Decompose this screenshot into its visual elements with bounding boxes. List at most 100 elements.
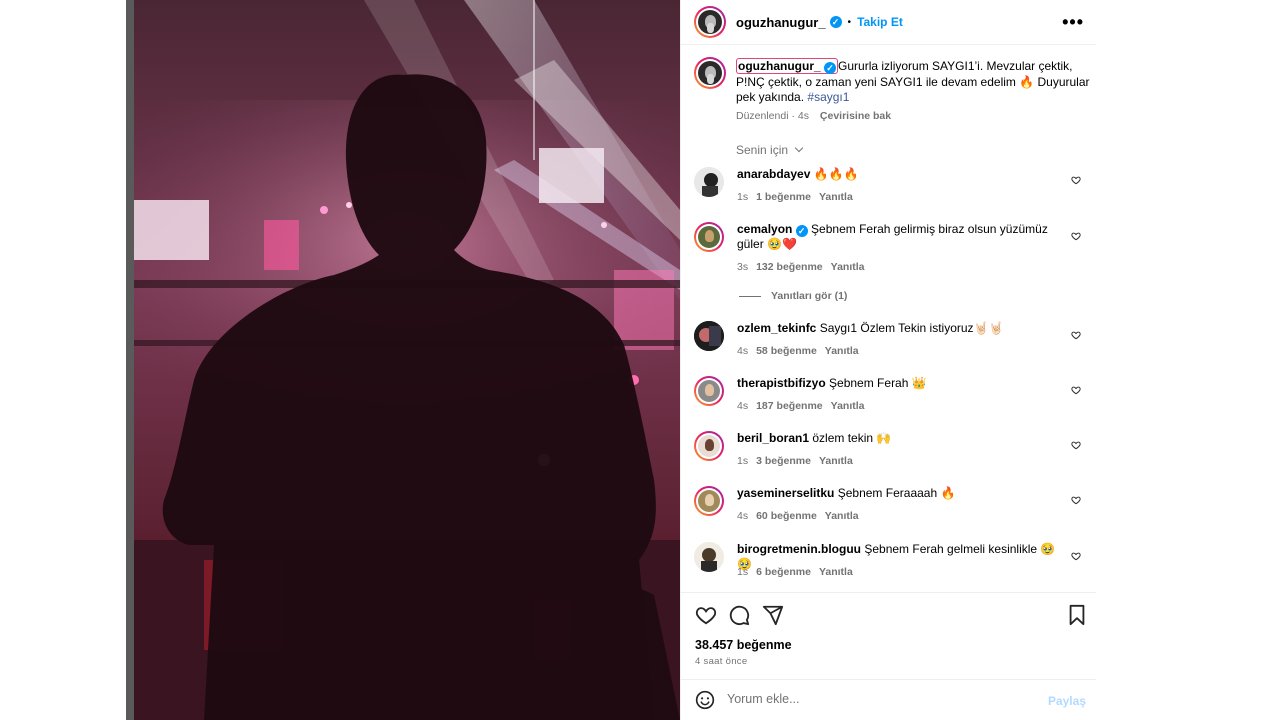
post-actions: 38.457 beğenme 4 saat önce: [681, 592, 1096, 679]
comment-meta: 1s 6 beğenme Yanıtla: [737, 566, 861, 578]
commenter-avatar[interactable]: [694, 376, 724, 406]
posted-time: 4 saat önce: [695, 656, 748, 667]
comment-body: 🔥🔥🔥: [813, 167, 859, 181]
commenter-username[interactable]: ozlem_tekinfc: [737, 321, 816, 335]
comment-time: 4s: [737, 345, 749, 357]
window-edge: [126, 0, 134, 720]
verified-badge-icon: ✓: [829, 16, 842, 28]
comment-body: Şebnem Feraaaah 🔥: [837, 486, 956, 500]
follow-button[interactable]: Takip Et: [857, 15, 903, 29]
comment-likes[interactable]: 1 beğenme: [756, 191, 811, 203]
comment-likes[interactable]: 60 beğenme: [756, 510, 817, 522]
comment-like-heart-icon[interactable]: [1071, 330, 1081, 340]
commenter-username[interactable]: therapistbifizyo: [737, 376, 826, 390]
commenter-avatar[interactable]: [694, 486, 724, 516]
reply-button[interactable]: Yanıtla: [819, 455, 853, 467]
edited-label: Düzenlendi: [736, 110, 789, 122]
comment-input[interactable]: [727, 692, 1027, 706]
comment-likes[interactable]: 58 beğenme: [756, 345, 817, 357]
comment-item: cemalyon ✓ Şebnem Ferah gelirmiş biraz o…: [694, 222, 1089, 273]
share-send-icon[interactable]: [762, 604, 784, 626]
comment-text: cemalyon ✓ Şebnem Ferah gelirmiş biraz o…: [737, 222, 1057, 252]
comment-like-heart-icon[interactable]: [1071, 385, 1081, 395]
comment-item: ozlem_tekinfc Saygı1 Özlem Tekin istiyor…: [694, 321, 1089, 365]
commenter-avatar[interactable]: [694, 167, 724, 197]
comment-meta: 1s 1 beğenme Yanıtla: [737, 191, 861, 203]
like-count[interactable]: 38.457 beğenme: [695, 638, 792, 652]
comment-time: 1s: [737, 566, 749, 578]
verified-badge-icon: ✓: [795, 225, 808, 237]
comment-like-heart-icon[interactable]: [1071, 495, 1081, 505]
comment-time: 1s: [737, 455, 749, 467]
comment-time: 4s: [737, 400, 749, 412]
comment-body: Şebnem Ferah 👑: [829, 376, 927, 390]
save-bookmark-icon[interactable]: [1067, 604, 1087, 626]
comment-like-heart-icon[interactable]: [1071, 440, 1081, 450]
comment-time: 3s: [737, 261, 749, 273]
comment-text: yaseminerselitku Şebnem Feraaaah 🔥: [737, 486, 1057, 501]
caption-username[interactable]: oguzhanugur_ ✓: [736, 58, 839, 74]
emoji-smiley-icon[interactable]: [695, 690, 715, 710]
comment-meta: 3s 132 beğenme Yanıtla: [737, 261, 873, 273]
comment-likes[interactable]: 6 beğenme: [756, 566, 811, 578]
comment-item: anarabdayev 🔥🔥🔥 1s 1 beğenme Yanıtla: [694, 167, 1089, 211]
comment-item: birogretmenin.bloguu Şebnem Ferah gelmel…: [694, 542, 1089, 586]
reply-line-divider: [739, 295, 761, 297]
author-username[interactable]: oguzhanugur_: [736, 15, 826, 30]
more-options-icon[interactable]: •••: [1062, 12, 1084, 33]
view-replies-link[interactable]: Yanıtları gör (1): [739, 290, 847, 302]
add-comment-bar: Paylaş: [681, 679, 1096, 720]
commenter-username[interactable]: beril_boran1: [737, 431, 809, 445]
post-photo[interactable]: [134, 0, 680, 720]
reply-button[interactable]: Yanıtla: [819, 566, 853, 578]
caption-hashtag[interactable]: #saygı1: [807, 90, 849, 104]
reply-button[interactable]: Yanıtla: [825, 510, 859, 522]
commenter-avatar[interactable]: [694, 222, 724, 252]
caption-avatar[interactable]: [694, 57, 726, 89]
comment-item: yaseminerselitku Şebnem Feraaaah 🔥 4s 60 …: [694, 486, 1089, 530]
commenter-username[interactable]: anarabdayev: [737, 167, 810, 181]
reply-button[interactable]: Yanıtla: [831, 400, 865, 412]
caption-text-block: oguzhanugur_ ✓ Gururla izliyorum SAYGI1’i…: [736, 58, 1091, 106]
comment-likes[interactable]: 187 beğenme: [756, 400, 823, 412]
comment-sort-dropdown[interactable]: Senin için: [736, 143, 804, 157]
post-comment-button[interactable]: Paylaş: [1048, 694, 1086, 708]
chevron-down-icon: [795, 143, 804, 153]
caption-meta: Düzenlendi · 4s Çevirisine bak: [736, 110, 891, 122]
comment-like-heart-icon[interactable]: [1071, 231, 1081, 241]
post-details-panel: oguzhanugur_ ✓ • Takip Et ••• oguzhanugu…: [680, 0, 1096, 720]
see-translation-link[interactable]: Çevirisine bak: [820, 110, 891, 122]
reply-button[interactable]: Yanıtla: [831, 261, 865, 273]
comment-time: 1s: [737, 191, 749, 203]
commenter-avatar[interactable]: [694, 431, 724, 461]
comment-like-heart-icon[interactable]: [1071, 551, 1081, 561]
commenter-username[interactable]: cemalyon: [737, 222, 792, 236]
view-replies-label: Yanıtları gör (1): [771, 290, 848, 302]
reply-button[interactable]: Yanıtla: [825, 345, 859, 357]
comment-bubble-icon[interactable]: [728, 604, 750, 626]
verified-badge-icon: ✓: [824, 62, 837, 74]
comment-text: ozlem_tekinfc Saygı1 Özlem Tekin istiyor…: [737, 321, 1057, 336]
comment-item: beril_boran1 özlem tekin 🙌 1s 3 beğenme Ya…: [694, 431, 1089, 475]
instagram-post-view: oguzhanugur_ ✓ • Takip Et ••• oguzhanugu…: [0, 0, 1280, 720]
comment-meta: 4s 187 beğenme Yanıtla: [737, 400, 873, 412]
comment-likes[interactable]: 132 beğenme: [756, 261, 823, 273]
commenter-username[interactable]: yaseminerselitku: [737, 486, 834, 500]
comment-likes[interactable]: 3 beğenme: [756, 455, 811, 467]
comment-meta: 4s 58 beğenme Yanıtla: [737, 345, 867, 357]
comment-item: therapistbifizyo Şebnem Ferah 👑 4s 187 be…: [694, 376, 1089, 420]
commenter-avatar[interactable]: [694, 321, 724, 351]
comment-body: Saygı1 Özlem Tekin istiyoruz🤘🏻🤘🏻: [819, 321, 1004, 335]
commenter-avatar[interactable]: [694, 542, 724, 572]
comment-text: beril_boran1 özlem tekin 🙌: [737, 431, 1057, 446]
like-heart-icon[interactable]: [695, 604, 717, 626]
comment-like-heart-icon[interactable]: [1071, 175, 1081, 185]
comment-meta: 4s 60 beğenme Yanıtla: [737, 510, 867, 522]
for-you-label: Senin için: [736, 143, 789, 157]
author-avatar[interactable]: [694, 6, 726, 38]
caption-time: 4s: [797, 110, 809, 122]
reply-button[interactable]: Yanıtla: [819, 191, 853, 203]
comment-body: özlem tekin 🙌: [812, 431, 892, 445]
commenter-username[interactable]: birogretmenin.bloguu: [737, 542, 861, 556]
comment-text: anarabdayev 🔥🔥🔥: [737, 167, 1057, 182]
